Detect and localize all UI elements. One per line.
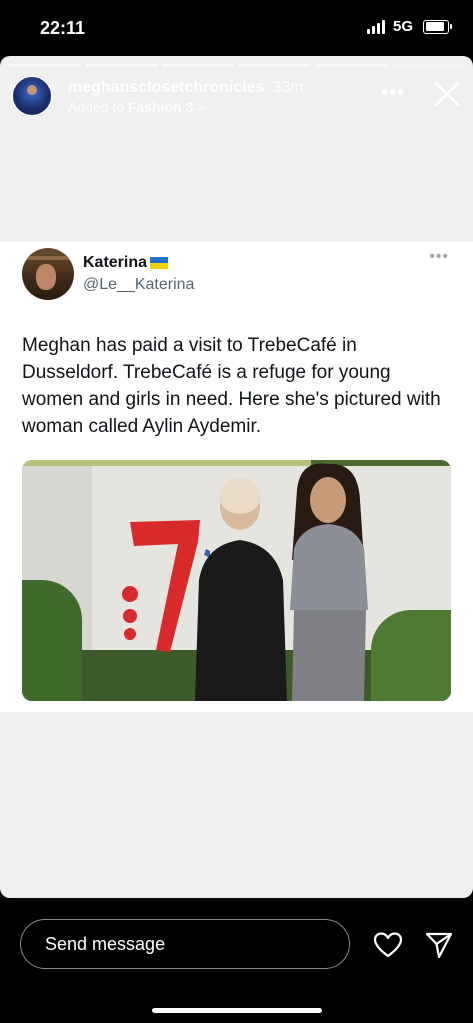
progress-segment xyxy=(8,64,81,67)
story-username-line[interactable]: meghansclosetchronicles 33m xyxy=(68,79,304,97)
chevron-right-icon: > xyxy=(197,99,206,115)
story-viewer[interactable]: meghansclosetchronicles 33m Added to Fash… xyxy=(0,56,473,898)
progress-segment xyxy=(238,64,312,67)
send-message-placeholder: Send message xyxy=(45,934,166,954)
home-indicator xyxy=(152,1008,322,1013)
story-more-button[interactable]: ••• xyxy=(381,83,405,103)
story-collection-link[interactable]: Added to Fashion 3 > xyxy=(68,99,205,115)
progress-segment-current xyxy=(392,64,465,67)
tweet-avatar[interactable] xyxy=(22,248,74,300)
tweet-photo xyxy=(22,460,451,701)
signal-icon xyxy=(366,19,385,34)
close-icon[interactable] xyxy=(433,80,461,108)
network-label: 5G xyxy=(392,18,413,35)
progress-segment xyxy=(161,64,235,67)
story-avatar[interactable] xyxy=(12,76,52,116)
send-icon[interactable] xyxy=(424,931,454,959)
tweet-handle: @Le__Katerina xyxy=(83,276,195,293)
tweet-card[interactable]: Katerina @Le__Katerina ••• Meghan has pa… xyxy=(0,242,473,712)
story-header: meghansclosetchronicles 33m Added to Fash… xyxy=(12,76,461,122)
person-figure xyxy=(290,463,368,701)
collection-name[interactable]: Fashion 3 xyxy=(128,99,193,115)
tweet-display-name-line: Katerina xyxy=(83,254,169,272)
story-username[interactable]: meghansclosetchronicles xyxy=(68,79,265,96)
progress-segment xyxy=(84,64,158,67)
tweet-display-name: Katerina xyxy=(83,254,148,271)
tweet-text: Meghan has paid a visit to TrebeCafé in … xyxy=(22,335,441,437)
heart-icon[interactable] xyxy=(373,931,403,959)
battery-icon xyxy=(423,19,452,34)
story-time: 33m xyxy=(272,79,304,96)
story-reply-bar: Send message xyxy=(0,898,473,1023)
tweet-more-icon: ••• xyxy=(429,248,449,265)
status-bar: 22:11 5G xyxy=(0,0,473,58)
status-indicators: 5G xyxy=(366,18,452,35)
added-prefix: Added to xyxy=(68,99,128,115)
ukraine-flag-icon xyxy=(150,257,169,269)
status-time: 22:11 xyxy=(40,18,86,38)
progress-segment xyxy=(315,64,389,67)
send-message-input[interactable]: Send message xyxy=(20,919,350,969)
story-progress xyxy=(8,64,465,67)
